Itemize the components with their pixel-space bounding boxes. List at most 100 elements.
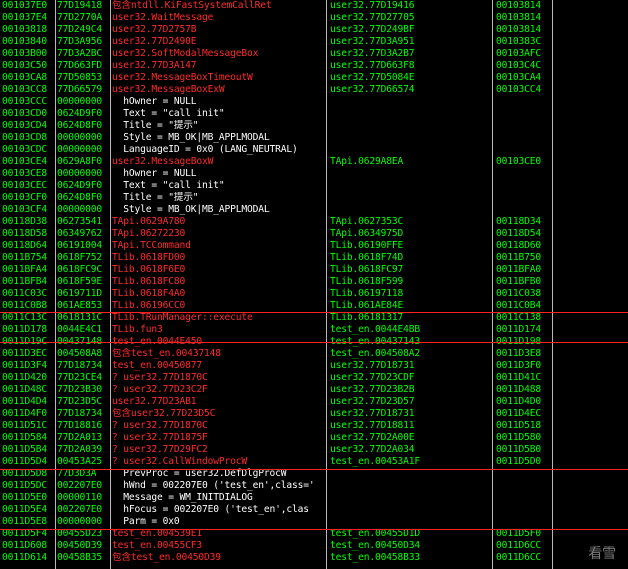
stack-comment: user32.77D3A147 [112,60,197,71]
stack-row[interactable]: 001037E4 77D2770A user32.WaitMessage user32… [0,12,628,24]
stack-row[interactable]: 0011D5DC 002207E0 hWnd = 002207E0 ('test_… [0,480,628,492]
stack-value: 0624D8F0 [57,120,103,131]
selection-line [0,469,628,470]
stack-value: 0618FC9C [57,264,103,275]
stack-row[interactable]: 00103CE4 0629A8F0 user32.MessageBoxW TApi.0… [0,156,628,168]
stack-frame: 0011D488 [496,384,542,395]
called-from: user32.77D18811 [330,420,415,431]
called-from: user32.77D663F8 [330,60,415,71]
stack-value: 00000000 [57,132,103,143]
stack-row[interactable]: 0011D5E0 00000110 Message = WM_INITDIALOG [0,492,628,504]
stack-row[interactable]: 0011BFB4 0618F59E TLib.0618FC80 TLib.0618F5… [0,276,628,288]
stack-value: 77D3A956 [57,36,103,47]
stack-comment: 包含user32.77D23D5C [112,408,216,419]
stack-row[interactable]: 0011D5E8 00000000 Parm = 0x0 [0,516,628,528]
stack-row[interactable]: 00103CA8 77D50853 user32.MessageBoxTimeout… [0,72,628,84]
stack-frame: 0011BFB0 [496,276,542,287]
call-stack-window[interactable]: 001037E0 77D19418 包含ntdll.KiFastSystemCall… [0,0,628,569]
selection-line [0,312,628,313]
stack-comment: user32.77D2757B [112,24,197,35]
stack-frame: 0011D518 [496,420,542,431]
stack-value: 77D2770A [57,12,103,23]
stack-address: 001037E0 [2,0,48,11]
stack-row[interactable]: 0011D5E4 002207E0 hFocus = 002207E0 ('tes… [0,504,628,516]
stack-frame: 00103814 [496,24,542,35]
stack-row[interactable]: 00103CF0 0624D8F0 Title = "提示" [0,192,628,204]
called-from: user32.77D66574 [330,84,415,95]
stack-row[interactable]: 001037E0 77D19418 包含ntdll.KiFastSystemCall… [0,0,628,12]
stack-address: 0011D420 [2,372,48,383]
stack-comment: 包含test_en.00450D39 [112,552,221,563]
stack-address: 00103CDC [2,144,48,155]
stack-frame: 0011D580 [496,432,542,443]
stack-row[interactable]: 00103818 77D249C4 user32.77D2757B user32.77… [0,24,628,36]
stack-row[interactable]: 00103C50 77D663FD user32.77D3A147 user32.77… [0,60,628,72]
stack-row[interactable]: 0011D48C 77D23B30 ? user32.77D23C2F user32.… [0,384,628,396]
stack-frame: 00103CC4 [496,84,542,95]
stack-address: 0011D178 [2,324,48,335]
called-from: user32.77D19416 [330,0,415,11]
stack-row[interactable]: 00118D58 06349762 TApi.06272230 TApi.063497… [0,228,628,240]
stack-frame: 00103CA4 [496,72,542,83]
stack-value: 002207E0 [57,504,103,515]
stack-row[interactable]: 0011D3F4 77D18734 test_en.00450877 user32.7… [0,360,628,372]
stack-row[interactable]: 0011C0B8 061AE853 TLib.06196CC0 TLib.061AE8… [0,300,628,312]
stack-row[interactable]: 00103CEC 0624D9F0 Text = "call init" [0,180,628,192]
stack-value: 77D50853 [57,72,103,83]
stack-row[interactable]: 0011D178 0044E4C1 TLib.fun3 test_en.0044E4B… [0,324,628,336]
stack-row[interactable]: 0011C13C 0618131C TLib.TRunManager::execut… [0,312,628,324]
called-from: TLib.061AE84E [330,300,404,311]
stack-row[interactable]: 0011D614 00458B35 包含test_en.00450D39 test_e… [0,552,628,564]
stack-frame: 00103CE0 [496,156,542,167]
stack-row[interactable]: 00103CD8 00000000 Style = MB_OK|MB_APPLMO… [0,132,628,144]
stack-value: 0624D9F0 [57,180,103,191]
stack-row[interactable]: 00103CF4 00000000 Style = MB_OK|MB_APPLMO… [0,204,628,216]
stack-row[interactable]: 0011C03C 0619711D TLib.0618F4A0 TLib.061971… [0,288,628,300]
stack-row[interactable]: 0011BFA4 0618FC9C TLib.0618F6E0 TLib.0618FC… [0,264,628,276]
stack-comment: Style = MB_OK|MB_APPLMODAL [112,132,270,143]
called-from: user32.77D5084E [330,72,415,83]
stack-row[interactable]: 00103CE8 00000000 hOwner = NULL [0,168,628,180]
stack-value: 06349762 [57,228,103,239]
stack-value: 0624D9F0 [57,108,103,119]
stack-row[interactable]: 0011B754 0618F752 TLib.0618FD00 TLib.0618F7… [0,252,628,264]
stack-row[interactable]: 0011D420 77D23CE4 ? user32.77D1870C user32.… [0,372,628,384]
stack-row[interactable]: 0011D5B4 77D2A039 ? user32.77D29FC2 user32.… [0,444,628,456]
stack-row[interactable]: 0011D51C 77D18816 ? user32.77D1870C user32.… [0,420,628,432]
stack-comment: user32.MessageBoxW [112,156,214,167]
stack-row[interactable]: 00103CD4 0624D8F0 Title = "提示" [0,120,628,132]
stack-row[interactable]: 0011D608 00450D39 test_en.00455CF3 test_en.… [0,540,628,552]
stack-row[interactable]: 0011D5D4 00453A25 ? user32.CallWindowProcW… [0,456,628,468]
stack-row[interactable]: 0011D4F0 77D18734 包含user32.77D23D5C user32.… [0,408,628,420]
stack-address: 00118D38 [2,216,48,227]
stack-value: 00000110 [57,492,103,503]
stack-row[interactable]: 00103840 77D3A956 user32.77D2490E user32.77… [0,36,628,48]
stack-frame: 00103AFC [496,48,542,59]
stack-frame: 00118D60 [496,240,542,251]
stack-address: 00103CEC [2,180,48,191]
stack-row[interactable]: 00118D64 06191004 TApi.TCCommand TLib.06190… [0,240,628,252]
called-from: test_en.00458B33 [330,552,421,563]
stack-row[interactable]: 00103CDC 00000000 LanguageID = 0x0 (LANG_… [0,144,628,156]
stack-comment: hFocus = 002207E0 ('test_en',clas [112,504,309,515]
stack-row[interactable]: 00118D38 06273541 TApi.0629A780 TApi.062735… [0,216,628,228]
stack-row[interactable]: 00103CC8 77D66579 user32.MessageBoxExW user… [0,84,628,96]
stack-row[interactable]: 0011D584 77D2A013 ? user32.77D1875F user32.… [0,432,628,444]
stack-frame: 0011D4D0 [496,396,542,407]
stack-value: 06191004 [57,240,103,251]
stack-address: 0011BFB4 [2,276,48,287]
stack-row[interactable]: 00103CD0 0624D9F0 Text = "call init" [0,108,628,120]
stack-comment: ? user32.77D1870C [112,420,208,431]
stack-row[interactable]: 0011D4D4 77D23D5C user32.77D23AB1 user32.77… [0,396,628,408]
stack-address: 00103818 [2,24,48,35]
called-from: TApi.0629A8EA [330,156,404,167]
called-from: user32.77D23D57 [330,396,415,407]
stack-row[interactable]: 00103B00 77D3A2BC user32.SoftModalMessageB… [0,48,628,60]
stack-value: 00000000 [57,144,103,155]
stack-row[interactable]: 0011D3EC 004508A8 包含test_en.00437148 test_e… [0,348,628,360]
stack-value: 0618131C [57,312,103,323]
stack-comment: Message = WM_INITDIALOG [112,492,253,503]
stack-value: 0624D8F0 [57,192,103,203]
stack-row[interactable]: 00103CCC 00000000 hOwner = NULL [0,96,628,108]
stack-comment: TApi.06272230 [112,228,186,239]
